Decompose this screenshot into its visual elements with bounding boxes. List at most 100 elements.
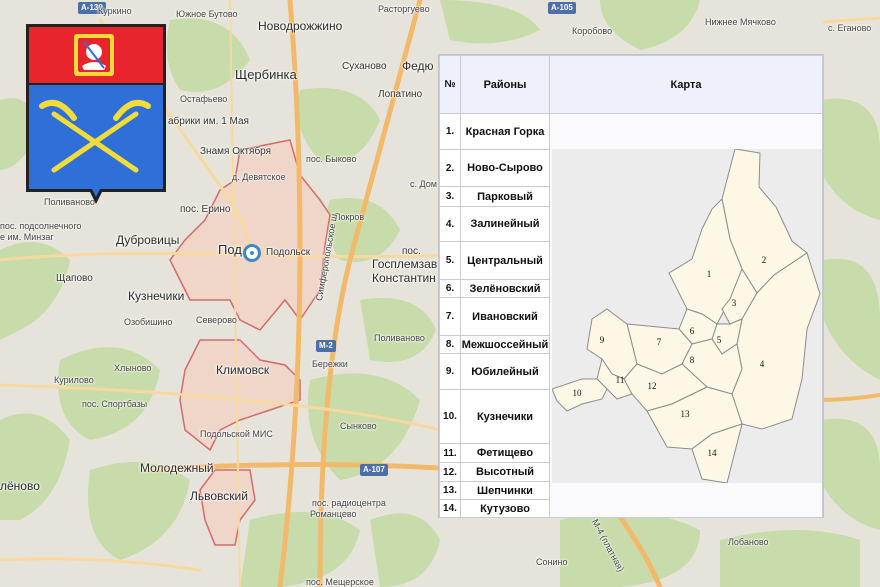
district-label-8: 8 xyxy=(690,355,695,365)
label-nizhnee-myachkovo: Нижнее Мячково xyxy=(705,17,776,27)
label-romanzevo: Романцево xyxy=(310,509,357,519)
row-number: 3. xyxy=(439,186,461,207)
road-badge-a105: А-105 xyxy=(548,2,576,14)
label-schapovo: Щапово xyxy=(56,273,93,284)
row-number: 13. xyxy=(439,481,461,500)
label-dubrovitsy: Дубровицы xyxy=(116,233,180,247)
district-label-3: 3 xyxy=(732,298,737,308)
district-label-11: 11 xyxy=(616,375,625,385)
label-pos-podsolnechnogo: пос. подсолнечного xyxy=(0,221,82,231)
label-s-eganovo: с. Еганово xyxy=(828,23,872,33)
label-gosplemzavod: Госплемзав xyxy=(372,257,438,271)
row-district-name: Зелёновский xyxy=(460,279,550,298)
label-kurkino: Куркино xyxy=(98,6,132,16)
label-severovo: Северово xyxy=(196,315,237,325)
row-number: 10. xyxy=(439,389,461,444)
table-header-row: № Районы Карта xyxy=(439,55,823,114)
label-scherbinka: Щербинка xyxy=(235,67,297,82)
label-rastorguevo: Расторгуево xyxy=(378,4,430,14)
district-label-13: 13 xyxy=(681,409,691,419)
label-lobanovo: Лобаново xyxy=(728,537,769,547)
row-number: 9. xyxy=(439,353,461,390)
district-label-10: 10 xyxy=(573,388,583,398)
label-konstantinovo: Константин xyxy=(372,271,436,285)
row-number: 8. xyxy=(439,335,461,354)
label-kurilovo: Курилово xyxy=(54,375,94,385)
location-pin-icon[interactable] xyxy=(243,244,261,262)
district-label-14: 14 xyxy=(708,448,718,458)
header-map: Карта xyxy=(549,55,823,114)
row-district-name: Центральный xyxy=(460,241,550,280)
district-label-4: 4 xyxy=(760,359,765,369)
label-synkovo: Сынково xyxy=(340,421,377,431)
label-pos-sportbazy: пос. Спортбазы xyxy=(82,399,148,409)
row-district-name: Юбилейный xyxy=(460,353,550,390)
label-pod: Под xyxy=(218,242,242,257)
row-district-name: Фетищево xyxy=(460,443,550,463)
row-district-name: Ивановский xyxy=(460,297,550,336)
label-yuzhnoe-butovo: Южное Бутово xyxy=(176,9,238,19)
header-number: № xyxy=(439,55,461,114)
label-s-dom: с. Дом xyxy=(410,179,437,189)
row-number: 7. xyxy=(439,297,461,336)
row-district-name: Шепчинки xyxy=(460,481,550,500)
row-number: 5. xyxy=(439,241,461,280)
label-sonino: Сонино xyxy=(536,557,568,567)
podolsk-coat-of-arms xyxy=(26,24,166,204)
row-number: 6. xyxy=(439,279,461,298)
row-district-name: Кузнечики xyxy=(460,389,550,444)
st-george-emblem-icon xyxy=(74,34,114,76)
label-pos: пос. xyxy=(402,246,421,257)
label-novodrozhzhino: Новодрожжино xyxy=(258,19,343,33)
row-district-name: Межшоссейный xyxy=(460,335,550,354)
label-pos-bykovo: пос. Быково xyxy=(306,154,357,164)
label-fedyu: Федю xyxy=(402,59,434,73)
district-label-2: 2 xyxy=(762,255,767,265)
row-number: 12. xyxy=(439,462,461,482)
district-label-7: 7 xyxy=(657,337,662,347)
label-berezhki: Бережки xyxy=(312,359,348,369)
districts-panel: № Районы Карта 1. Красная Горка 2. Ново-С… xyxy=(438,54,824,518)
road-badge-a107: А-107 xyxy=(360,464,388,476)
label-pos-radiocentra: пос. радиоцентра xyxy=(312,498,386,508)
label-znamya-oktyabrya: Знамя Октября xyxy=(200,146,272,157)
label-ostafevo: Остафьево xyxy=(180,94,228,104)
row-district-name: Залинейный xyxy=(460,206,550,242)
label-kuznechiki: Кузнечики xyxy=(128,289,185,303)
row-number: 14. xyxy=(439,499,461,518)
label-klimovsk: Климовск xyxy=(216,363,270,377)
road-badge-m2: М-2 xyxy=(316,340,336,352)
label-molodezhny: Молодежный xyxy=(140,461,214,475)
table-row: 1. Красная Горка xyxy=(439,113,823,518)
label-d-devyatskoe: д. Девятское xyxy=(232,172,286,182)
district-label-6: 6 xyxy=(690,326,695,336)
row-number: 11. xyxy=(439,443,461,463)
label-minzag: е им. Минзаг xyxy=(0,232,54,242)
district-map: 1 2 3 4 5 6 7 8 9 10 11 12 13 14 xyxy=(552,149,822,483)
row-district-name: Кутузово xyxy=(460,499,550,518)
header-districts: Районы xyxy=(460,55,550,114)
label-lvovsky: Львовский xyxy=(190,489,248,503)
row-district-name: Ново-Сырово xyxy=(460,149,550,187)
district-label-9: 9 xyxy=(600,335,605,345)
row-district-name: Высотный xyxy=(460,462,550,482)
row-number: 2. xyxy=(439,149,461,187)
label-sukhanovo: Суханово xyxy=(342,61,387,72)
row-district-name: Парковый xyxy=(460,186,550,207)
label-fabriki: абрики им. 1 Мая xyxy=(168,116,249,127)
label-pos-meshcherskoe: пос. Мещерское xyxy=(306,577,374,587)
row-number: 1. xyxy=(439,113,461,150)
label-lenovo: лёново xyxy=(0,479,40,493)
row-number: 4. xyxy=(439,206,461,242)
district-label-12: 12 xyxy=(648,381,657,391)
label-khlynovo: Хлыново xyxy=(114,363,152,373)
district-label-5: 5 xyxy=(717,335,722,345)
label-polivanovo-east: Поливаново xyxy=(374,333,425,343)
label-ozobishino: Озобишино xyxy=(124,317,173,327)
district-label-1: 1 xyxy=(707,269,712,279)
label-podolsk[interactable]: Подольск xyxy=(266,248,310,258)
label-lopatino: Лопатино xyxy=(378,89,423,100)
label-korobovo: Коробово xyxy=(572,26,613,36)
label-pos-erino: пос. Ерино xyxy=(180,204,231,215)
row-district-name: Красная Горка xyxy=(460,113,550,150)
